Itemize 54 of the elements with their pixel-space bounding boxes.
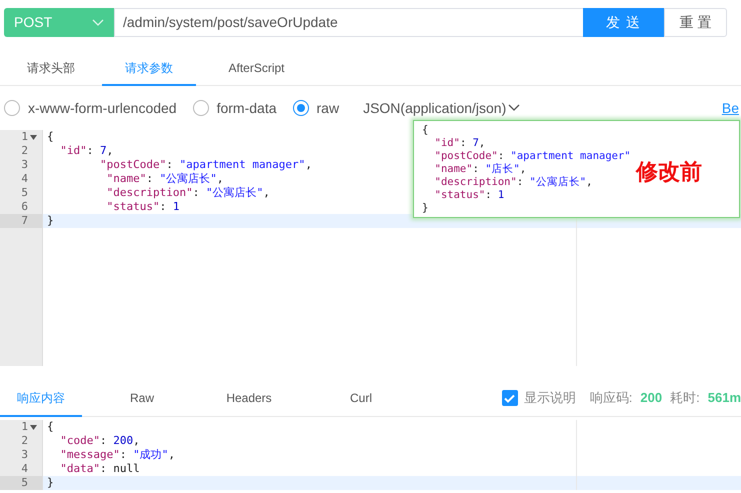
code-line: "code": 200, — [59, 434, 140, 448]
status-label: 响应码: — [590, 389, 632, 408]
line-number: 7 — [21, 214, 28, 228]
code-line: { — [47, 420, 54, 434]
time-value: 561m — [708, 389, 741, 408]
tab[interactable]: AfterScript — [196, 51, 317, 86]
line-number: 4 — [21, 462, 28, 476]
code-line: "description": "公寓店长", — [106, 186, 270, 200]
code-line: { — [47, 130, 54, 144]
tab[interactable]: 请求头部 — [0, 51, 102, 86]
code-line: "name": "店长", — [434, 163, 526, 176]
line-number: 2 — [21, 434, 28, 448]
radio-label[interactable]: raw — [316, 98, 340, 118]
code-line: "postCode": "apartment manager" — [434, 150, 631, 163]
checkbox[interactable] — [502, 390, 518, 406]
code-line: } — [422, 202, 428, 215]
radio-label[interactable]: form-data — [216, 98, 277, 118]
code-line: "message": "成功", — [59, 448, 175, 462]
code-line: "id": 7, — [59, 144, 114, 158]
line-number: 1 — [21, 130, 28, 144]
line-number: 5 — [21, 476, 28, 490]
code-line: "status": 1 — [434, 189, 504, 202]
code-line: } — [47, 476, 54, 490]
annotation-label: 修改前 — [636, 159, 702, 187]
status-code: 200 — [640, 389, 662, 408]
radio-label[interactable]: x-www-form-urlencoded — [28, 98, 177, 118]
line-number: 5 — [21, 186, 28, 200]
content-type-select[interactable]: JSON(application/json) — [363, 98, 520, 118]
line-number: 3 — [21, 448, 28, 462]
code-line: "id": 7, — [434, 137, 486, 150]
tab[interactable]: Curl — [296, 380, 426, 417]
line-number: 4 — [21, 172, 28, 186]
line-number: 1 — [21, 420, 28, 434]
line-number: 6 — [21, 200, 28, 214]
code-line: "description": "公寓店长", — [434, 176, 592, 189]
radio-button[interactable] — [292, 100, 309, 116]
tab[interactable]: Headers — [202, 380, 296, 417]
code-line: "status": 1 — [106, 200, 180, 214]
time-label: 耗时: — [670, 389, 700, 408]
caret-icon — [92, 18, 104, 26]
url-field[interactable]: /admin/system/post/saveOrUpdate — [114, 8, 583, 37]
code-line: { — [422, 124, 428, 137]
caret-icon — [508, 104, 520, 112]
line-number: 2 — [21, 144, 28, 158]
code-line: "name": "公寓店长", — [106, 172, 224, 186]
code-line: } — [47, 214, 54, 228]
code-line: "data": null — [59, 462, 140, 476]
line-number: 3 — [21, 158, 28, 172]
checkbox-label[interactable]: 显示说明 — [524, 388, 576, 408]
code-line: "postCode": "apartment manager", — [98, 158, 312, 172]
reset-button[interactable]: 重 置 — [664, 8, 727, 37]
tab[interactable]: Raw — [82, 380, 202, 417]
radio-button[interactable] — [192, 100, 209, 116]
radio-button[interactable] — [4, 100, 20, 116]
